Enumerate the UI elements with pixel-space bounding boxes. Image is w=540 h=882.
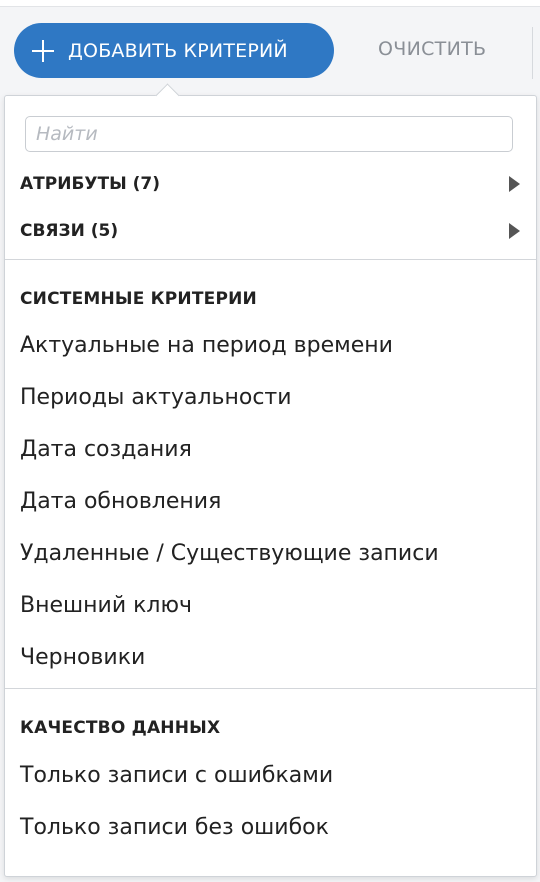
submenu-attributes[interactable]: АТРИБУТЫ (7): [20, 164, 520, 204]
menu-item-drafts[interactable]: Черновики: [20, 637, 520, 677]
menu-item-with-errors[interactable]: Только записи с ошибками: [20, 755, 520, 795]
toolbar-divider: [532, 27, 533, 79]
menu-item-without-errors[interactable]: Только записи без ошибок: [20, 807, 520, 847]
section-title-data-quality: КАЧЕСТВО ДАННЫХ: [20, 718, 221, 738]
menu-item-actuality-periods[interactable]: Периоды актуальности: [20, 377, 520, 417]
section-divider: [5, 259, 536, 260]
add-criterion-button[interactable]: ДОБАВИТЬ КРИТЕРИЙ: [14, 23, 334, 78]
submenu-relations[interactable]: СВЯЗИ (5): [20, 211, 520, 251]
section-divider: [5, 688, 536, 689]
add-criterion-label: ДОБАВИТЬ КРИТЕРИЙ: [68, 39, 288, 62]
criteria-toolbar: ДОБАВИТЬ КРИТЕРИЙ ОЧИСТИТЬ: [0, 7, 540, 95]
menu-item-updated-date[interactable]: Дата обновления: [20, 481, 520, 521]
caret-right-icon: [509, 176, 520, 192]
menu-item-actual-period[interactable]: Актуальные на период времени: [20, 325, 520, 365]
submenu-attributes-label: АТРИБУТЫ (7): [20, 174, 161, 194]
submenu-relations-label: СВЯЗИ (5): [20, 221, 119, 241]
menu-item-deleted-existing[interactable]: Удаленные / Существующие записи: [20, 533, 520, 573]
search-input[interactable]: [25, 116, 513, 152]
top-strip: [0, 0, 540, 7]
clear-button[interactable]: ОЧИСТИТЬ: [378, 38, 486, 60]
caret-right-icon: [509, 223, 520, 239]
menu-item-created-date[interactable]: Дата создания: [20, 429, 520, 469]
menu-item-external-key[interactable]: Внешний ключ: [20, 585, 520, 625]
section-title-system: СИСТЕМНЫЕ КРИТЕРИИ: [20, 289, 257, 309]
plus-icon: [32, 39, 54, 62]
criteria-dropdown: АТРИБУТЫ (7) СВЯЗИ (5) СИСТЕМНЫЕ КРИТЕРИ…: [4, 83, 537, 877]
